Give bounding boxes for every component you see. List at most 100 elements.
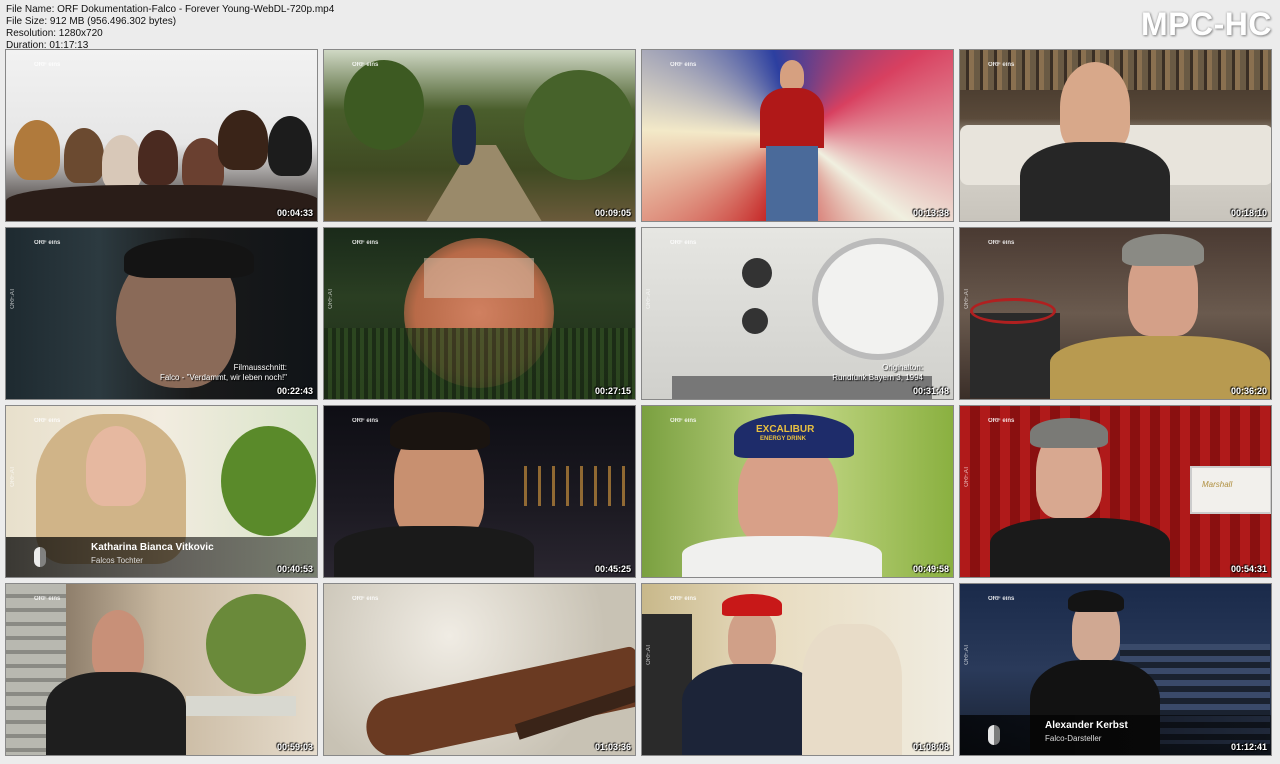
band-member-1 <box>14 120 60 180</box>
cap-text-2: ENERGY DRINK <box>760 436 806 442</box>
thumbnail-4[interactable]: ORF eins 00:18:10 <box>959 49 1272 222</box>
thumbnail-13[interactable]: ORF eins 00:59:03 <box>5 583 318 756</box>
timestamp: 00:09:05 <box>594 208 631 218</box>
thumbnail-10[interactable]: ORF eins 00:45:25 <box>323 405 636 578</box>
thumbnail-9[interactable]: Katharina Bianca Vitkovic Falcos Tochter… <box>5 405 318 578</box>
timestamp: 00:45:25 <box>594 564 631 574</box>
timestamp: 00:31:48 <box>912 386 949 396</box>
file-name: File Name: ORF Dokumentation-Falco - For… <box>6 4 335 15</box>
performer-head <box>780 60 804 90</box>
lower-third-name: Katharina Bianca Vitkovic <box>91 542 214 553</box>
caption-line-2: Rundfunk Bayern 3, 1994 <box>832 373 923 382</box>
thumbnail-2[interactable]: ORF eins 00:09:05 <box>323 49 636 222</box>
plant <box>206 594 306 694</box>
thumbnail-8[interactable]: ORF.AT ORF eins 00:36:20 <box>959 227 1272 400</box>
thumbnail-3[interactable]: ORF eins 00:13:38 <box>641 49 954 222</box>
thumbnail-14[interactable]: ORF eins 01:03:36 <box>323 583 636 756</box>
file-size: File Size: 912 MB (956.496.302 bytes) <box>6 16 177 27</box>
side-logo: ORF.AT <box>964 466 970 487</box>
lower-third-role: Falcos Tochter <box>91 556 143 565</box>
band-bodies <box>6 185 317 221</box>
hair <box>124 238 254 278</box>
face <box>92 610 144 680</box>
timestamp: 01:12:41 <box>1230 742 1267 752</box>
resolution: Resolution: 1280x720 <box>6 28 103 39</box>
jacket <box>990 518 1170 577</box>
lower-third-role: Falco-Darsteller <box>1045 734 1102 743</box>
cables <box>970 298 1056 324</box>
timestamp: 01:08:08 <box>912 742 949 752</box>
channel-logo: ORF eins <box>352 596 379 602</box>
tree-left <box>344 60 424 150</box>
file-info: File Name: ORF Dokumentation-Falco - For… <box>6 4 334 52</box>
band-member-2 <box>64 128 104 183</box>
thumbnail-6[interactable]: ORF.AT ORF eins 00:27:15 <box>323 227 636 400</box>
side-logo: ORF.AT <box>646 288 652 309</box>
thumbnail-1[interactable]: ORF eins 00:04:33 <box>5 49 318 222</box>
hair <box>390 412 490 450</box>
timestamp: 00:18:10 <box>1230 208 1267 218</box>
thumbnail-11[interactable]: EXCALIBUR ENERGY DRINK ORF eins 00:49:58 <box>641 405 954 578</box>
thumbnail-7[interactable]: Originalton: Rundfunk Bayern 3, 1994 ORF… <box>641 227 954 400</box>
timestamp: 00:49:58 <box>912 564 949 574</box>
performer-legs <box>766 146 818 221</box>
plant <box>221 426 316 536</box>
channel-logo: ORF eins <box>988 596 1015 602</box>
falco-icon <box>34 547 46 567</box>
channel-logo: ORF eins <box>988 418 1015 424</box>
side-logo: ORF.AT <box>328 288 334 309</box>
thumbnail-12[interactable]: Marshall ORF.AT ORF eins 00:54:31 <box>959 405 1272 578</box>
tree-right <box>524 70 634 180</box>
amplifier <box>970 313 1060 398</box>
thumbnail-16[interactable]: Alexander Kerbst Falco-Darsteller ORF.AT… <box>959 583 1272 756</box>
street-lights <box>524 466 634 506</box>
tape-reel-large <box>812 238 944 360</box>
thumbnail-15[interactable]: ORF.AT ORF eins 01:08:08 <box>641 583 954 756</box>
channel-logo: ORF eins <box>34 240 61 246</box>
crowd <box>324 328 635 399</box>
lower-third: Katharina Bianca Vitkovic Falcos Tochter <box>6 537 317 577</box>
knob-1 <box>742 258 772 288</box>
caption-line-1: Filmausschnitt: <box>233 363 287 372</box>
thumbnail-grid: ORF eins 00:04:33 ORF eins 00:09:05 ORF … <box>5 49 1272 756</box>
jacket <box>682 664 822 755</box>
channel-logo: ORF eins <box>988 62 1015 68</box>
hair <box>1068 590 1124 612</box>
timestamp: 00:40:53 <box>276 564 313 574</box>
grey-hair <box>1030 418 1108 448</box>
falco-icon <box>988 725 1000 745</box>
timestamp: 00:59:03 <box>276 742 313 752</box>
face <box>86 426 146 506</box>
channel-logo: ORF eins <box>352 418 379 424</box>
film-caption: Filmausschnitt: Falco - "Verdammt, wir l… <box>160 363 287 383</box>
lower-third-name: Alexander Kerbst <box>1045 720 1128 731</box>
keyboard <box>186 696 296 716</box>
knob-2 <box>742 308 768 334</box>
channel-logo: ORF eins <box>670 596 697 602</box>
shirt <box>46 672 186 755</box>
channel-logo: ORF eins <box>352 62 379 68</box>
channel-logo: ORF eins <box>670 240 697 246</box>
audio-caption: Originalton: Rundfunk Bayern 3, 1994 <box>832 363 923 383</box>
timestamp: 00:22:43 <box>276 386 313 396</box>
band-member-3 <box>102 135 142 190</box>
interviewee-body <box>1020 142 1170 221</box>
caption-line-2: Falco - "Verdammt, wir leben noch!" <box>159 373 287 382</box>
timestamp: 00:36:20 <box>1230 386 1267 396</box>
band-member-falco <box>268 116 312 176</box>
walking-person <box>452 105 476 165</box>
amp-label: Marshall <box>1202 480 1233 489</box>
cap-text-1: EXCALIBUR <box>756 424 815 435</box>
red-cap <box>722 594 782 616</box>
thumbnail-5[interactable]: Filmausschnitt: Falco - "Verdammt, wir l… <box>5 227 318 400</box>
channel-logo: ORF eins <box>34 62 61 68</box>
side-logo: ORF.AT <box>10 466 16 487</box>
timestamp: 00:54:31 <box>1230 564 1267 574</box>
building <box>424 258 534 298</box>
timestamp: 00:04:33 <box>276 208 313 218</box>
side-logo: ORF.AT <box>10 288 16 309</box>
shirt <box>682 536 882 577</box>
lower-third: Alexander Kerbst Falco-Darsteller <box>960 715 1271 755</box>
channel-logo: ORF eins <box>352 240 379 246</box>
timestamp: 01:03:36 <box>594 742 631 752</box>
